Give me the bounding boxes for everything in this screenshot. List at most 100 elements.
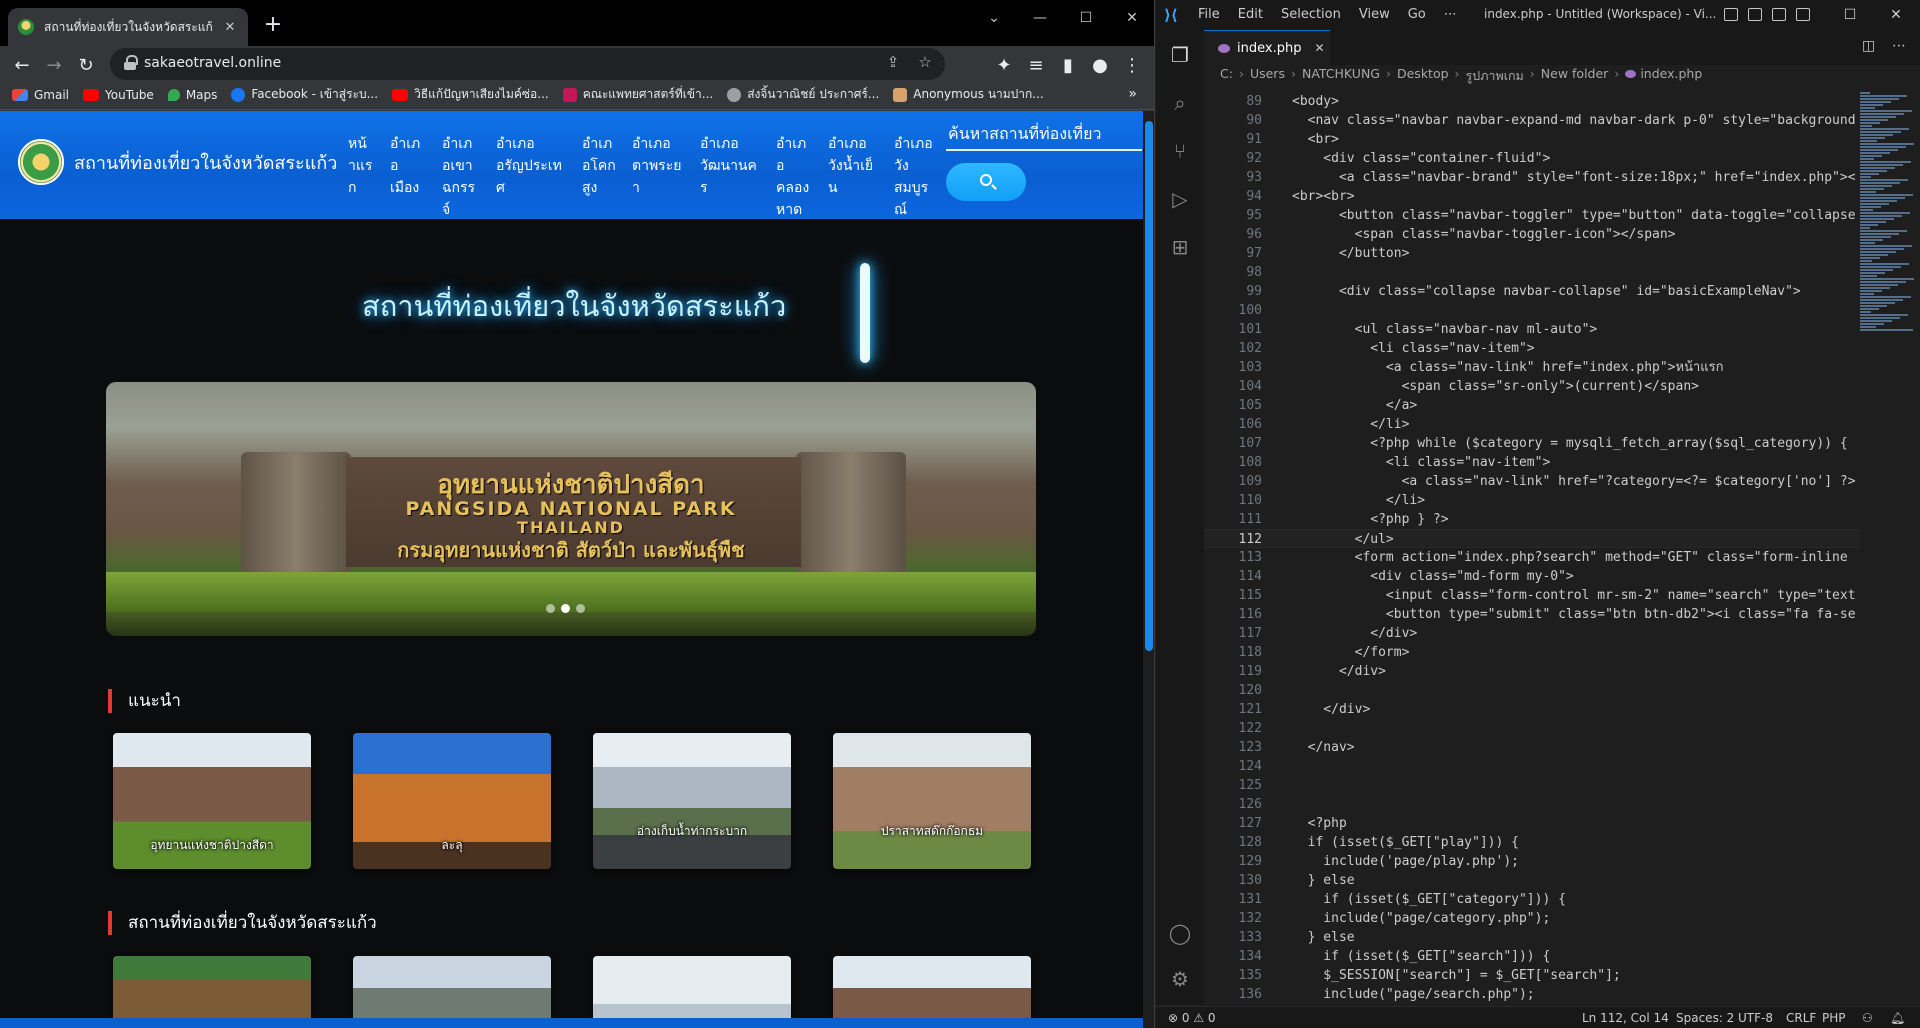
code-text[interactable]: </button> [1292, 244, 1409, 263]
carousel-dot[interactable] [576, 604, 585, 613]
code-text[interactable]: if (isset($_GET["search"])) { [1292, 947, 1550, 966]
code-line[interactable]: 109 <a class="nav-link" href="?category=… [1204, 472, 1860, 491]
browser-tab[interactable]: สถานที่ท่องเที่ยวในจังหวัดสระแก้ว ✕ [8, 8, 248, 46]
place-card[interactable]: ละลุ [353, 733, 551, 869]
indentation[interactable]: Spaces: 2 [1676, 1011, 1734, 1025]
code-line[interactable]: 117 </div> [1204, 624, 1860, 643]
bookmark-announcement[interactable]: ส่งจิ้นวาณิชย์ ประกาศร์... [727, 85, 879, 104]
code-line[interactable]: 134 if (isset($_GET["search"])) { [1204, 947, 1860, 966]
code-text[interactable]: </form> [1292, 643, 1410, 662]
extensions-icon[interactable]: ⊞ [1167, 234, 1193, 260]
breadcrumb-item[interactable]: Desktop [1397, 66, 1449, 86]
code-line[interactable]: 94 <br><br> [1204, 187, 1860, 206]
code-line[interactable]: 95 <button class="navbar-toggler" type="… [1204, 206, 1860, 225]
vscode-maximize-button[interactable]: ☐ [1832, 2, 1868, 28]
code-text[interactable]: <div class="md-form my-0"> [1292, 567, 1574, 586]
code-line[interactable]: 133 } else [1204, 928, 1860, 947]
settings-gear-icon[interactable]: ⚙ [1167, 966, 1193, 992]
code-text[interactable]: <a class="nav-link" href="index.php">หน้… [1292, 358, 1724, 377]
place-card[interactable]: ปราสาทสด๊กก๊อกธม [833, 733, 1031, 869]
chrome-menu-icon[interactable]: ⋮ [1118, 52, 1146, 80]
breadcrumb-item[interactable]: index.php [1625, 66, 1702, 86]
code-line[interactable]: 112 </ul> [1204, 529, 1860, 548]
side-panel-icon[interactable]: ▮ [1054, 52, 1082, 80]
carousel-dot-active[interactable] [561, 604, 570, 613]
code-text[interactable]: if (isset($_GET["category"])) { [1292, 890, 1566, 909]
code-text[interactable]: </a> [1292, 396, 1417, 415]
code-text[interactable]: <body> [1292, 92, 1339, 111]
more-actions-icon[interactable]: ⋯ [1892, 38, 1906, 54]
lock-icon[interactable] [124, 55, 138, 71]
explorer-icon[interactable]: ❐ [1167, 42, 1193, 68]
code-line[interactable]: 92 <div class="container-fluid"> [1204, 149, 1860, 168]
extensions-icon[interactable]: ✦ [990, 52, 1018, 80]
forward-arrow-icon[interactable]: → [40, 52, 68, 80]
code-line[interactable]: 100 [1204, 301, 1860, 320]
code-line[interactable]: 121 </div> [1204, 700, 1860, 719]
code-text[interactable]: </div> [1292, 662, 1386, 681]
code-line[interactable]: 116 <button type="submit" class="btn btn… [1204, 605, 1860, 624]
maximize-button[interactable]: ☐ [1066, 4, 1106, 32]
code-line[interactable]: 102 <li class="nav-item"> [1204, 339, 1860, 358]
minimize-button[interactable]: — [1020, 4, 1060, 32]
code-line[interactable]: 105 </a> [1204, 396, 1860, 415]
code-text[interactable]: </li> [1292, 491, 1425, 510]
accounts-icon[interactable]: ◯ [1167, 920, 1193, 946]
breadcrumb-item[interactable]: New folder [1541, 66, 1609, 86]
bookmark-maps[interactable]: Maps [167, 88, 217, 102]
page-scrollbar[interactable] [1143, 111, 1154, 1028]
code-line[interactable]: 131 if (isset($_GET["category"])) { [1204, 890, 1860, 909]
customize-layout-icon[interactable] [1796, 8, 1810, 21]
code-line[interactable]: 98 [1204, 263, 1860, 282]
menu-khlong-hat[interactable]: อำเภอคลองหาด [768, 133, 820, 221]
bookmark-medicine[interactable]: คณะแพทยศาสตร์ที่เข้า... [562, 85, 713, 104]
search-input[interactable] [946, 117, 1142, 151]
menu-go[interactable]: Go [1408, 7, 1426, 22]
code-text[interactable]: <ul class="navbar-nav ml-auto"> [1292, 320, 1598, 339]
code-text[interactable]: </div> [1292, 700, 1370, 719]
code-line[interactable]: 127 <?php [1204, 814, 1860, 833]
code-line[interactable]: 89 <body> [1204, 92, 1860, 111]
code-text[interactable]: include("page/search.php"); [1292, 985, 1534, 1004]
breadcrumb-item[interactable]: C: [1220, 66, 1233, 86]
menu-selection[interactable]: Selection [1281, 7, 1341, 22]
code-text[interactable]: <li class="nav-item"> [1292, 339, 1534, 358]
code-line[interactable]: 113 <form action="index.php?search" meth… [1204, 548, 1860, 567]
profile-avatar[interactable]: ● [1086, 52, 1114, 80]
code-text[interactable]: <button type="submit" class="btn btn-db2… [1292, 605, 1856, 624]
code-text[interactable]: } else [1292, 928, 1355, 947]
toggle-secondary-sidebar-icon[interactable] [1772, 8, 1786, 21]
breadcrumb-item[interactable]: Users [1250, 66, 1285, 86]
code-line[interactable]: 107 <?php while ($category = mysqli_fetc… [1204, 434, 1860, 453]
code-line[interactable]: 124 [1204, 757, 1860, 776]
share-icon[interactable]: ⇪ [882, 53, 904, 71]
code-line[interactable]: 122 [1204, 719, 1860, 738]
bookmark-youtube[interactable]: YouTube [83, 88, 154, 102]
more-bookmarks-icon[interactable]: » [1128, 86, 1137, 102]
code-text[interactable]: $_SESSION["search"] = $_GET["search"]; [1292, 966, 1620, 985]
notifications-bell-icon[interactable]: 🔔︎ [1890, 1011, 1905, 1025]
code-line[interactable]: 123 </nav> [1204, 738, 1860, 757]
close-tab-icon[interactable]: ✕ [1314, 41, 1324, 55]
code-line[interactable]: 111 <?php } ?> [1204, 510, 1860, 529]
code-text[interactable]: <?php while ($category = mysqli_fetch_ar… [1292, 434, 1847, 453]
split-editor-icon[interactable]: ◫ [1862, 38, 1875, 54]
code-text[interactable]: <br> [1292, 130, 1339, 149]
code-line[interactable]: 119 </div> [1204, 662, 1860, 681]
code-text[interactable]: } else [1292, 871, 1355, 890]
address-bar[interactable]: sakaeotravel.online ⇪ ☆ [110, 48, 945, 80]
code-line[interactable]: 93 <a class="navbar-brand" style="font-s… [1204, 168, 1860, 187]
code-line[interactable]: 101 <ul class="navbar-nav ml-auto"> [1204, 320, 1860, 339]
place-card[interactable]: อ่างเก็บน้ำท่ากระบาก [593, 733, 791, 869]
menu-edit[interactable]: Edit [1238, 7, 1263, 22]
code-line[interactable]: 106 </li> [1204, 415, 1860, 434]
menu-ta-phraya[interactable]: อำเภอตาพระยา [624, 133, 692, 221]
code-line[interactable]: 91 <br> [1204, 130, 1860, 149]
code-line[interactable]: 110 </li> [1204, 491, 1860, 510]
menu-watthana-nakhon[interactable]: อำเภอวัฒนานคร [692, 133, 768, 221]
bookmark-anonymous[interactable]: Anonymous นามปาก... [893, 85, 1044, 104]
close-tab-icon[interactable]: ✕ [222, 20, 238, 35]
encoding[interactable]: UTF-8 [1738, 1011, 1773, 1025]
code-text[interactable]: <br><br> [1292, 187, 1355, 206]
code-line[interactable]: 126 [1204, 795, 1860, 814]
